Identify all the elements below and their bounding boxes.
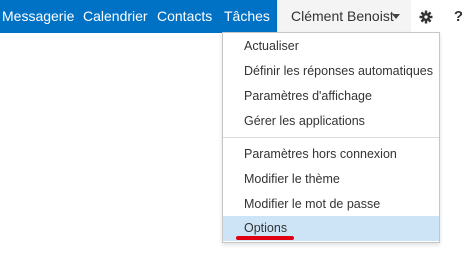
menu-item-modifier-theme[interactable]: Modifier le thème bbox=[223, 167, 439, 192]
nav-calendrier[interactable]: Calendrier bbox=[83, 0, 148, 33]
top-navigation-bar: Messagerie Calendrier Contacts Tâches Cl… bbox=[0, 0, 476, 33]
menu-item-gerer-applications[interactable]: Gérer les applications bbox=[223, 109, 439, 134]
user-menu-button[interactable]: Clément Benoist bbox=[277, 0, 411, 33]
gear-icon bbox=[419, 10, 433, 24]
nav-taches[interactable]: Tâches bbox=[224, 0, 270, 33]
nav-messagerie[interactable]: Messagerie bbox=[2, 0, 74, 33]
menu-item-reponses-automatiques[interactable]: Définir les réponses automatiques bbox=[223, 59, 439, 84]
chevron-down-icon bbox=[392, 14, 400, 19]
menu-item-parametres-affichage[interactable]: Paramètres d'affichage bbox=[223, 84, 439, 109]
help-icon: ? bbox=[453, 8, 464, 25]
help-button[interactable]: ? bbox=[441, 0, 476, 33]
menu-item-hors-connexion[interactable]: Paramètres hors connexion bbox=[223, 142, 439, 167]
user-name: Clément Benoist bbox=[291, 8, 394, 24]
nav-contacts[interactable]: Contacts bbox=[157, 0, 212, 33]
menu-item-actualiser[interactable]: Actualiser bbox=[223, 34, 439, 59]
annotation-underline bbox=[236, 236, 294, 240]
settings-button[interactable] bbox=[411, 0, 441, 33]
menu-divider bbox=[223, 137, 439, 138]
user-dropdown-menu: Actualiser Définir les réponses automati… bbox=[222, 32, 440, 243]
menu-item-modifier-mot-de-passe[interactable]: Modifier le mot de passe bbox=[223, 192, 439, 217]
